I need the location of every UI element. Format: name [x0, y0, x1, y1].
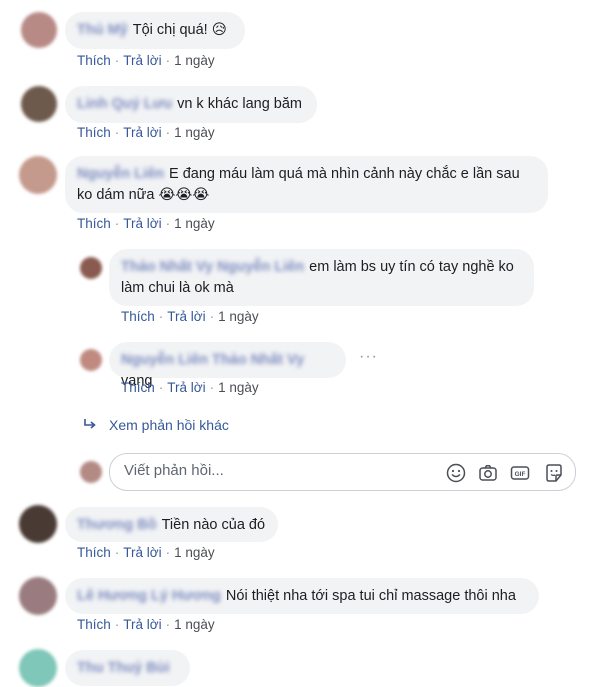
- timestamp[interactable]: 1 ngày: [174, 125, 215, 140]
- reply-link[interactable]: Trả lời: [123, 545, 161, 560]
- timestamp[interactable]: 1 ngày: [174, 617, 215, 632]
- reply-input[interactable]: [122, 461, 426, 480]
- reply-arrow-icon: [83, 417, 97, 433]
- separator: ·: [114, 545, 120, 560]
- reply-link[interactable]: Trả lời: [167, 309, 205, 324]
- reply-bubble: Nguyễn Liên Thảo Nhất Vyvang: [109, 342, 346, 389]
- timestamp[interactable]: 1 ngày: [174, 545, 215, 560]
- reply-bubble: Thảo Nhất Vy Nguyễn Liên em làm bs uy tín…: [109, 249, 534, 306]
- avatar[interactable]: [19, 649, 57, 687]
- comment-text: Nói thiệt nha tới spa tui chỉ massage th…: [225, 588, 516, 604]
- reply-link[interactable]: Trả lời: [123, 125, 161, 140]
- comment-actions: Thích · Trả lời · 1 ngày: [77, 545, 215, 560]
- comment-author[interactable]: Thương Bồ: [77, 515, 157, 536]
- separator: ·: [114, 53, 120, 68]
- like-link[interactable]: Thích: [77, 216, 111, 231]
- comment-actions: Thích · Trả lời · 1 ngày: [77, 53, 215, 68]
- comment-bubble: Nguyễn Liên E đang máu làm quá mà nhìn cả…: [65, 156, 548, 213]
- comment-bubble: Linh Quý Lưu vn k khác lang băm: [65, 86, 317, 123]
- reply-input-box: GIF: [109, 453, 576, 491]
- separator: ·: [114, 125, 120, 140]
- reply-link[interactable]: Trả lời: [123, 53, 161, 68]
- like-link[interactable]: Thích: [121, 309, 155, 324]
- comment-bubble: Thương Bồ Tiền nào của đó: [65, 507, 278, 542]
- separator: ·: [165, 617, 171, 632]
- timestamp[interactable]: 1 ngày: [174, 53, 215, 68]
- separator: ·: [165, 53, 171, 68]
- gif-icon-label: GIF: [515, 471, 526, 478]
- avatar[interactable]: [19, 156, 57, 194]
- comment-author[interactable]: Nguyễn Liên: [77, 164, 164, 185]
- sticker-icon[interactable]: [544, 463, 564, 483]
- comment-bubble: Thu Thuỷ Bùi: [65, 650, 190, 686]
- comment-author[interactable]: Thu Thuỷ Bùi: [77, 658, 170, 679]
- reply-link[interactable]: Trả lời: [123, 216, 161, 231]
- avatar[interactable]: [19, 505, 57, 543]
- comment-bubble: Thủ Mỹ Tội chị quá! 😥: [65, 12, 245, 49]
- separator: ·: [114, 617, 120, 632]
- timestamp[interactable]: 1 ngày: [218, 380, 259, 395]
- more-options-icon[interactable]: ···: [359, 348, 378, 366]
- reply-actions: Thích · Trả lời · 1 ngày: [121, 380, 259, 395]
- like-link[interactable]: Thích: [77, 53, 111, 68]
- separator: ·: [209, 309, 215, 324]
- comment-actions: Thích · Trả lời · 1 ngày: [77, 216, 215, 231]
- like-link[interactable]: Thích: [77, 617, 111, 632]
- reply-actions: Thích · Trả lời · 1 ngày: [121, 309, 259, 324]
- emoji-icon[interactable]: [446, 463, 466, 483]
- separator: ·: [158, 309, 164, 324]
- comment-text: Tiền nào của đó: [161, 517, 266, 533]
- comment-author[interactable]: Lê Hương Lý Hương: [77, 586, 221, 607]
- comment-author[interactable]: Thủ Mỹ: [77, 20, 128, 41]
- comment-author[interactable]: Linh Quý Lưu: [77, 94, 172, 115]
- comment-bubble: Lê Hương Lý Hương Nói thiệt nha tới spa t…: [65, 578, 539, 614]
- comment-actions: Thích · Trả lời · 1 ngày: [77, 617, 215, 632]
- camera-icon[interactable]: [478, 463, 498, 483]
- comment-actions: Thích · Trả lời · 1 ngày: [77, 125, 215, 140]
- avatar[interactable]: [21, 86, 57, 122]
- view-more-replies-label: Xem phản hồi khác: [109, 417, 229, 433]
- separator: ·: [114, 216, 120, 231]
- avatar[interactable]: [21, 12, 57, 48]
- like-link[interactable]: Thích: [121, 380, 155, 395]
- avatar[interactable]: [19, 577, 57, 615]
- like-link[interactable]: Thích: [77, 125, 111, 140]
- separator: ·: [165, 545, 171, 560]
- reply-link[interactable]: Trả lời: [123, 617, 161, 632]
- separator: ·: [165, 125, 171, 140]
- avatar[interactable]: [80, 257, 102, 279]
- separator: ·: [209, 380, 215, 395]
- like-link[interactable]: Thích: [77, 545, 111, 560]
- comment-text: vn k khác lang băm: [177, 96, 303, 112]
- separator: ·: [165, 216, 171, 231]
- reply-author[interactable]: Thảo Nhất Vy Nguyễn Liên: [121, 257, 304, 278]
- reply-author[interactable]: Nguyễn Liên Thảo Nhất Vy: [121, 350, 304, 371]
- avatar[interactable]: [80, 349, 102, 371]
- gif-icon[interactable]: GIF: [510, 463, 530, 483]
- comment-text: Tội chị quá! 😥: [132, 22, 227, 38]
- timestamp[interactable]: 1 ngày: [218, 309, 259, 324]
- current-user-avatar: [80, 461, 102, 483]
- timestamp[interactable]: 1 ngày: [174, 216, 215, 231]
- reply-link[interactable]: Trả lời: [167, 380, 205, 395]
- separator: ·: [158, 380, 164, 395]
- view-more-replies-link[interactable]: Xem phản hồi khác: [83, 417, 229, 433]
